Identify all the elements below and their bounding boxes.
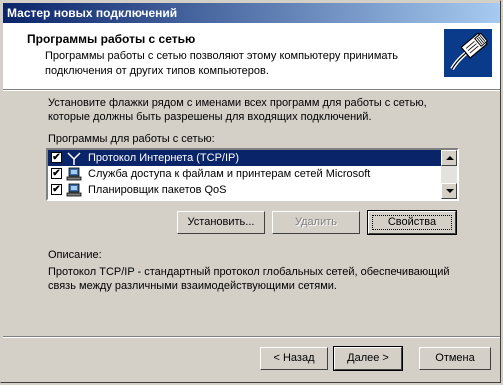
instruction-text: Установите флажки рядом с именами всех п… xyxy=(48,97,427,123)
footer-divider-highlight xyxy=(3,337,500,338)
item-checkbox[interactable]: ✔ xyxy=(51,184,62,195)
scroll-down-button[interactable] xyxy=(441,183,457,199)
install-button[interactable]: Установить... xyxy=(177,211,265,234)
title-bar[interactable]: Мастер новых подключений xyxy=(3,3,500,23)
network-service-icon xyxy=(66,183,82,197)
list-item[interactable]: ✔ Служба доступа к файлам и принтерам се… xyxy=(48,166,457,182)
header-divider-highlight xyxy=(3,90,500,91)
item-checkbox[interactable]: ✔ xyxy=(51,168,62,179)
header-description: Программы работы с сетью позволяют этому… xyxy=(45,50,399,77)
list-item[interactable]: ✔ Протокол Интернета (TCP/IP) xyxy=(48,150,457,166)
item-label: Протокол Интернета (TCP/IP) xyxy=(88,152,240,164)
description-label: Описание: xyxy=(48,249,102,261)
item-label: Служба доступа к файлам и принтерам сете… xyxy=(88,168,371,180)
item-label: Планировщик пакетов QoS xyxy=(88,184,227,196)
remove-button[interactable]: Удалить xyxy=(272,211,360,234)
window-title: Мастер новых подключений xyxy=(7,6,178,20)
cancel-button[interactable]: Отмена xyxy=(419,347,491,370)
properties-button[interactable]: Свойства xyxy=(367,210,457,235)
network-programs-list[interactable]: ✔ Протокол Интернета (TCP/IP) ✔ Служба д… xyxy=(46,148,459,201)
wizard-header: Программы работы с сетью Программы работ… xyxy=(3,23,500,89)
wizard-window: Мастер новых подключений Программы работ… xyxy=(0,0,501,383)
next-button[interactable]: Далее > xyxy=(333,346,403,371)
arrow-up-icon xyxy=(446,156,454,160)
description-text: Протокол TCP/IP - стандартный протокол г… xyxy=(48,266,450,292)
arrow-down-icon xyxy=(446,189,454,193)
network-cable-icon xyxy=(444,29,492,77)
protocol-icon xyxy=(67,152,81,165)
network-service-icon xyxy=(66,167,82,181)
scroll-up-button[interactable] xyxy=(441,150,457,166)
header-title: Программы работы с сетью xyxy=(27,32,196,46)
list-scrollbar[interactable] xyxy=(441,150,457,199)
list-label: Программы для работы с сетью: xyxy=(48,133,215,145)
list-item[interactable]: ✔ Планировщик пакетов QoS xyxy=(48,182,457,198)
back-button[interactable]: < Назад xyxy=(260,347,328,370)
item-checkbox[interactable]: ✔ xyxy=(51,152,62,163)
